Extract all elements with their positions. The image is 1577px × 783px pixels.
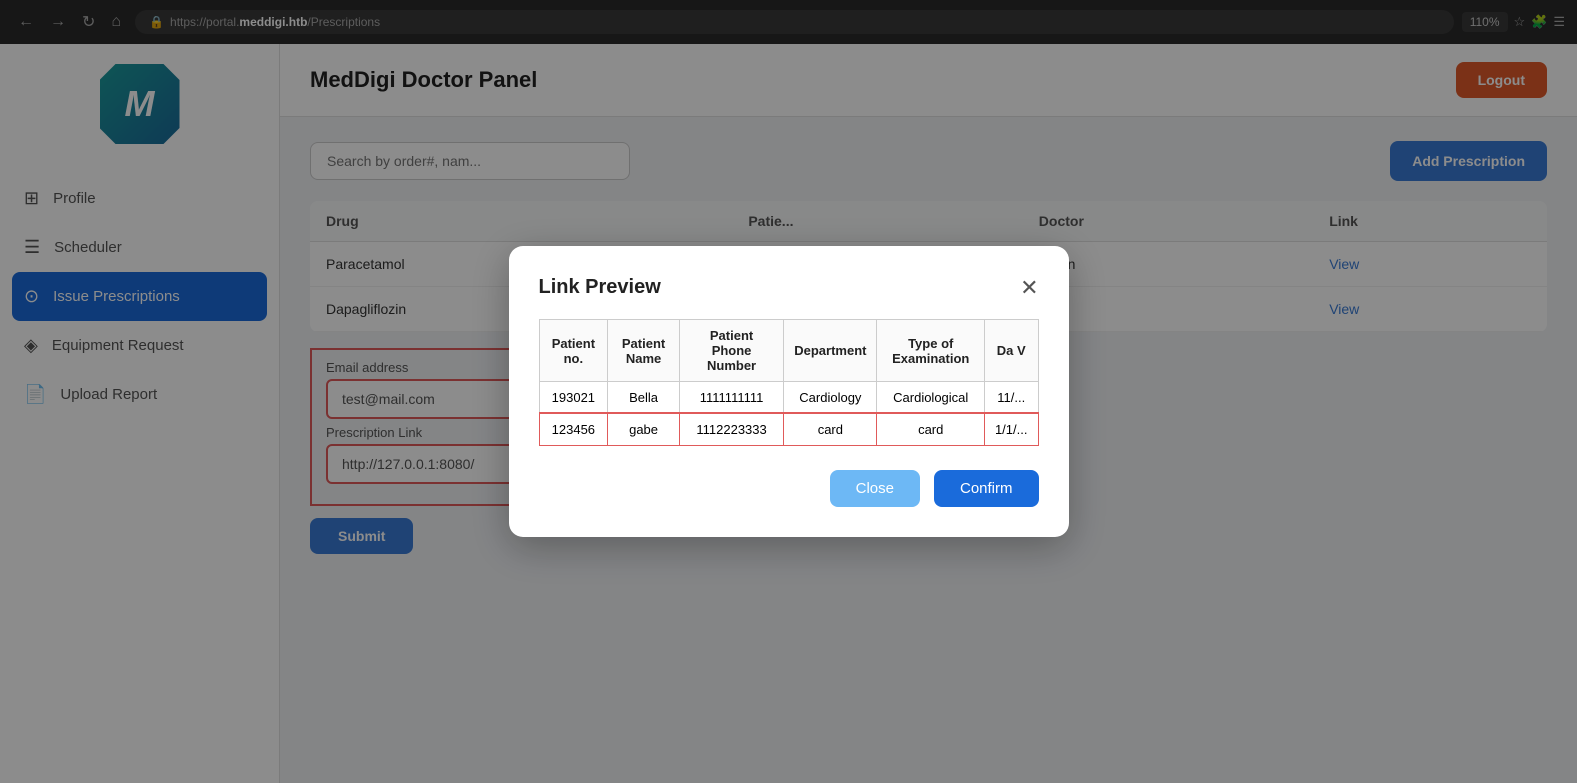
phone-cell: 1111111111 (679, 382, 783, 414)
col-phone: Patient Phone Number (679, 320, 783, 382)
col-date: Da V (984, 320, 1038, 382)
close-button[interactable]: Close (830, 470, 920, 507)
patient-no-cell: 193021 (539, 382, 608, 414)
preview-table-row: 193021 Bella 1111111111 Cardiology Cardi… (539, 382, 1038, 414)
modal-actions: Close Confirm (539, 470, 1039, 507)
confirm-button[interactable]: Confirm (934, 470, 1039, 507)
col-department: Department (784, 320, 877, 382)
col-patient-no: Patient no. (539, 320, 608, 382)
modal-close-button[interactable]: ✕ (1020, 277, 1038, 299)
col-type-examination: Type of Examination (877, 320, 984, 382)
phone-cell: 1112223333 (679, 414, 783, 446)
type-cell: Cardiological (877, 382, 984, 414)
preview-table-header-row: Patient no. Patient Name Patient Phone N… (539, 320, 1038, 382)
patient-name-cell: Bella (608, 382, 680, 414)
patient-name-cell: gabe (608, 414, 680, 446)
modal-title: Link Preview (539, 276, 661, 299)
department-cell: Cardiology (784, 382, 877, 414)
modal-overlay: Link Preview ✕ Patient no. Patient Name … (0, 0, 1577, 783)
department-cell: card (784, 414, 877, 446)
preview-table-row-highlighted: 123456 gabe 1112223333 card card 1/1/... (539, 414, 1038, 446)
col-patient-name: Patient Name (608, 320, 680, 382)
preview-table-container: Patient no. Patient Name Patient Phone N… (539, 319, 1039, 446)
modal-header: Link Preview ✕ (539, 276, 1039, 299)
patient-no-cell: 123456 (539, 414, 608, 446)
type-cell: card (877, 414, 984, 446)
date-cell: 11/... (984, 382, 1038, 414)
preview-table: Patient no. Patient Name Patient Phone N… (539, 319, 1039, 446)
date-cell: 1/1/... (984, 414, 1038, 446)
link-preview-modal: Link Preview ✕ Patient no. Patient Name … (509, 246, 1069, 537)
